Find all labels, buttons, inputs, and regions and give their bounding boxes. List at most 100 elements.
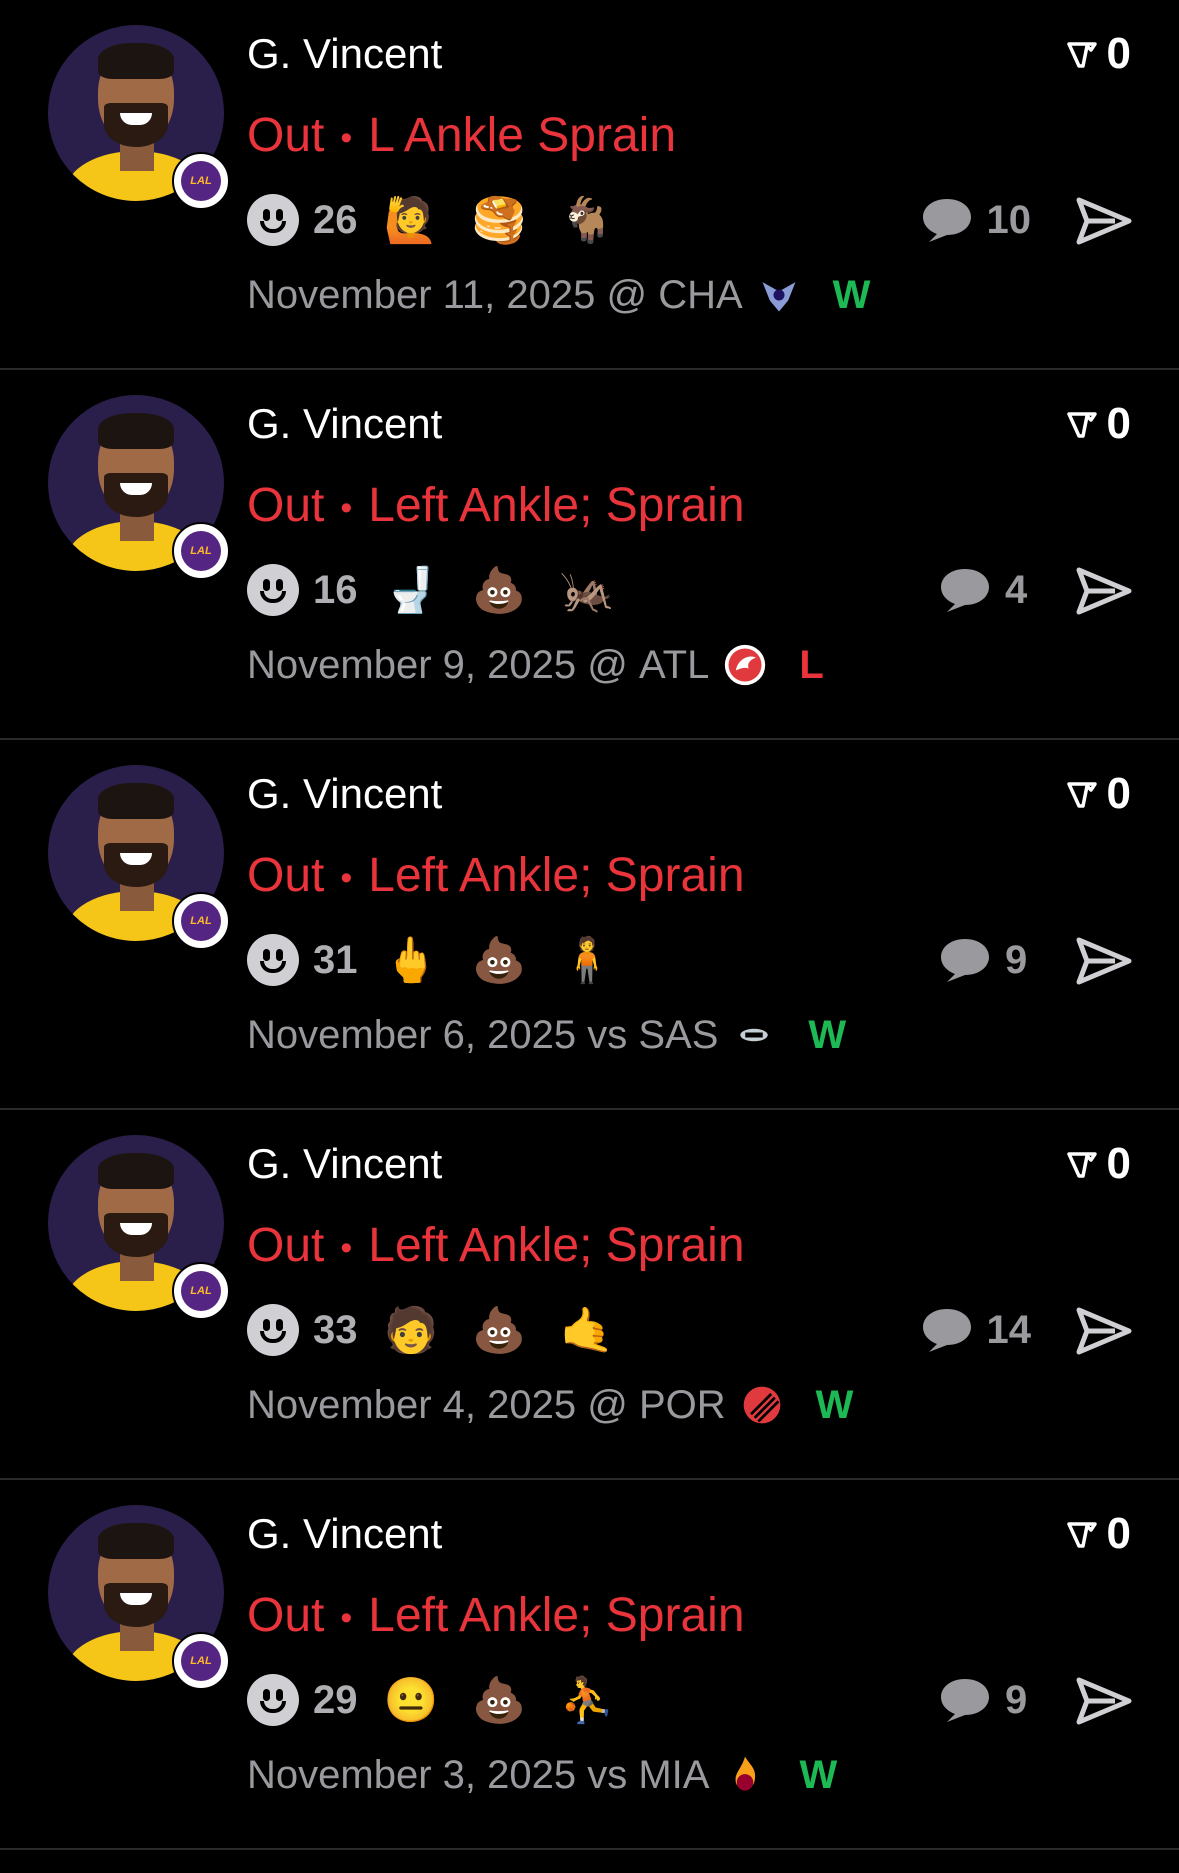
share-send-icon[interactable] [1075,196,1133,246]
venue-indicator: vs [587,1752,628,1797]
share-send-icon[interactable] [1075,936,1133,986]
comments-button[interactable]: 9 [937,932,1031,988]
reactions-row[interactable]: 31 🖕 💩 🧍 [247,932,647,988]
reactions-row[interactable]: 29 😐 💩 ⛹ [247,1672,647,1728]
game-date: November 4, 2025 [247,1382,577,1427]
reaction-count: 16 [313,567,358,612]
reaction-emoji[interactable]: 🐐 [559,194,615,246]
game-date: November 11, 2025 [247,272,596,317]
reaction-emoji[interactable]: 🧍 [559,934,615,986]
opponent-abbr: SAS [638,1012,719,1057]
game-result: W [815,1382,854,1427]
upvote-arrow-icon [1066,1522,1097,1548]
upvote-button[interactable]: 0 [1066,398,1131,450]
player-name[interactable]: G. Vincent [247,400,442,448]
status-label: Out [247,1589,325,1642]
injury-post-card[interactable]: LAL G. Vincent Out • L Ankle Sprain 0 26 🙋… [0,0,1179,370]
game-info: November 3, 2025 vs MIA W [247,1750,837,1800]
comments-button[interactable]: 4 [937,562,1031,618]
upvote-arrow-icon [1066,1152,1097,1178]
comment-count: 4 [1005,567,1028,612]
comments-button[interactable]: 14 [919,1302,1032,1358]
vote-count: 0 [1106,1139,1131,1188]
reactions-row[interactable]: 33 🧑 💩 🤙 [247,1302,647,1358]
reactions-row[interactable]: 26 🙋 🥞 🐐 [247,192,647,248]
share-send-icon[interactable] [1075,1306,1133,1356]
player-name[interactable]: G. Vincent [247,1510,442,1558]
reaction-smiley-icon[interactable] [247,934,299,986]
reactions-row[interactable]: 16 🚽 💩 🦗 [247,562,647,618]
upvote-button[interactable]: 0 [1066,768,1131,820]
venue-indicator: @ [587,1382,628,1427]
hawks-logo-icon [721,641,769,689]
upvote-arrow-icon [1066,42,1097,68]
reaction-emoji[interactable]: 💩 [471,1674,527,1726]
upvote-button[interactable]: 0 [1066,28,1131,80]
comment-bubble-icon [922,1309,971,1352]
upvote-button[interactable]: 0 [1066,1508,1131,1560]
injury-status: Out • Left Ankle; Sprain [247,478,745,533]
reaction-emoji[interactable]: 💩 [471,934,527,986]
comment-bubble-icon [922,199,971,242]
blazers-logo-icon [738,1381,786,1429]
injury-post-card[interactable]: LAL G. Vincent Out • Left Ankle; Sprain 0 … [0,740,1179,1110]
injury-post-card[interactable]: LAL G. Vincent Out • Left Ankle; Sprain 0 … [0,1480,1179,1850]
reaction-emoji[interactable]: 🤙 [559,1304,615,1356]
reaction-count: 29 [313,1677,358,1722]
comment-bubble-icon [941,569,989,612]
injury-description: Left Ankle; Sprain [368,849,745,902]
game-date: November 3, 2025 [247,1752,577,1797]
vote-count: 0 [1106,399,1131,448]
reaction-emoji[interactable]: 💩 [471,1304,527,1356]
game-result: W [832,272,871,317]
status-label: Out [247,479,325,532]
comment-count: 10 [986,197,1032,242]
reaction-emoji[interactable]: 🦗 [559,564,615,616]
status-label: Out [247,849,325,902]
game-date: November 6, 2025 [247,1012,577,1057]
opponent-abbr: ATL [638,642,710,687]
separator-dot: • [340,1228,353,1267]
upvote-button[interactable]: 0 [1066,1138,1131,1190]
reaction-smiley-icon[interactable] [247,564,299,616]
reaction-emoji[interactable]: 🖕 [383,934,439,986]
separator-dot: • [340,858,353,897]
lakers-logo-badge: LAL [172,1632,230,1690]
injury-status: Out • Left Ankle; Sprain [247,1218,745,1273]
injury-post-card[interactable]: LAL G. Vincent Out • Left Ankle; Sprain 0 … [0,370,1179,740]
opponent-abbr: CHA [658,272,743,317]
venue-indicator: @ [587,642,628,687]
injury-feed: LAL G. Vincent Out • L Ankle Sprain 0 26 🙋… [0,0,1179,1850]
reaction-emoji[interactable]: 🥞 [471,194,527,246]
status-label: Out [247,1219,325,1272]
reaction-smiley-icon[interactable] [247,1674,299,1726]
comments-button[interactable]: 10 [919,192,1032,248]
reaction-smiley-icon[interactable] [247,1304,299,1356]
share-send-icon[interactable] [1075,1676,1133,1726]
share-send-icon[interactable] [1075,566,1133,616]
reaction-emoji[interactable]: 😐 [383,1674,439,1726]
separator-dot: • [340,118,353,157]
vote-count: 0 [1106,1509,1131,1558]
game-result: L [799,642,824,687]
injury-description: Left Ankle; Sprain [368,1219,745,1272]
injury-post-card[interactable]: LAL G. Vincent Out • Left Ankle; Sprain 0 … [0,1110,1179,1480]
reaction-emoji[interactable]: 🚽 [383,564,439,616]
lakers-logo-badge: LAL [172,1262,230,1320]
game-info: November 11, 2025 @ CHA W [247,270,870,320]
game-date: November 9, 2025 [247,642,577,687]
reaction-emoji[interactable]: 💩 [471,564,527,616]
player-name[interactable]: G. Vincent [247,1140,442,1188]
comment-count: 9 [1005,937,1028,982]
reaction-emoji[interactable]: 🙋 [383,194,439,246]
player-name[interactable]: G. Vincent [247,770,442,818]
player-name[interactable]: G. Vincent [247,30,442,78]
comment-bubble-icon [941,1679,989,1722]
reaction-smiley-icon[interactable] [247,194,299,246]
reaction-emoji[interactable]: ⛹ [559,1674,615,1726]
opponent-abbr: MIA [638,1752,710,1797]
comment-count: 14 [986,1307,1032,1352]
reaction-emoji[interactable]: 🧑 [383,1304,439,1356]
comments-button[interactable]: 9 [937,1672,1031,1728]
upvote-arrow-icon [1066,412,1097,438]
